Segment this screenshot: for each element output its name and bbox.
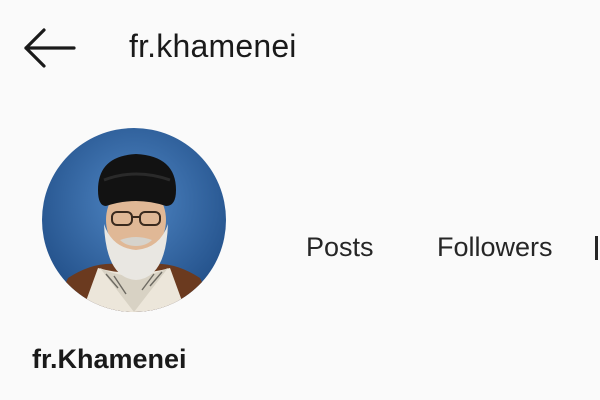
profile-screen: fr.khamenei Posts Followers fr.Khamenei [0, 0, 600, 400]
followers-stat[interactable]: Followers [437, 232, 553, 263]
back-button[interactable] [22, 26, 78, 70]
avatar[interactable] [42, 128, 226, 312]
arrow-left-icon [24, 28, 76, 68]
profile-photo [42, 128, 226, 312]
posts-stat[interactable]: Posts [306, 232, 374, 263]
following-stat-cropped[interactable] [595, 236, 598, 260]
top-app-bar: fr.khamenei [0, 0, 600, 96]
profile-display-name: fr.Khamenei [32, 344, 187, 374]
profile-username: fr.khamenei [129, 28, 297, 64]
